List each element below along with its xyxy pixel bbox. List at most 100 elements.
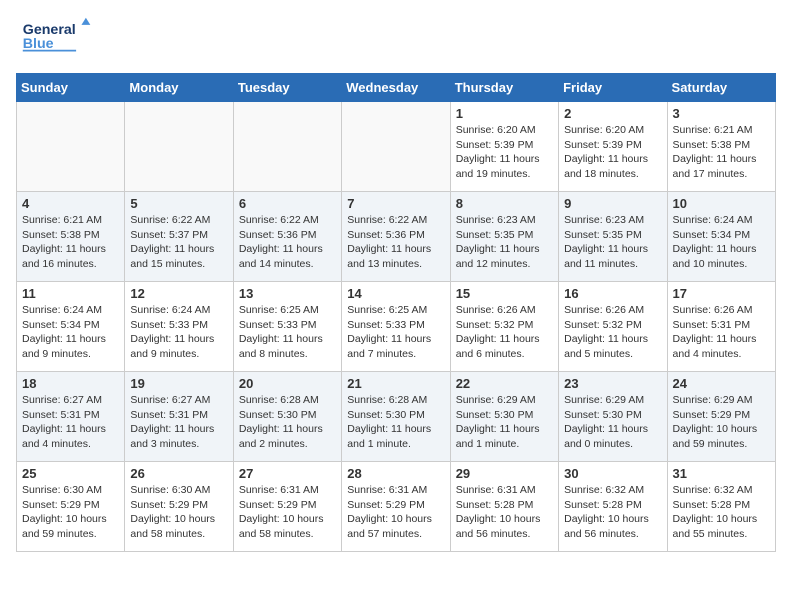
cell-content: Sunrise: 6:24 AM Sunset: 5:34 PM Dayligh… — [673, 213, 770, 272]
cell-content: Sunrise: 6:26 AM Sunset: 5:31 PM Dayligh… — [673, 303, 770, 362]
cell-content: Sunrise: 6:32 AM Sunset: 5:28 PM Dayligh… — [564, 483, 661, 542]
cell-content: Sunrise: 6:28 AM Sunset: 5:30 PM Dayligh… — [347, 393, 444, 452]
calendar-cell: 14 Sunrise: 6:25 AM Sunset: 5:33 PM Dayli… — [342, 282, 450, 372]
cell-content: Sunrise: 6:30 AM Sunset: 5:29 PM Dayligh… — [130, 483, 227, 542]
day-number: 1 — [456, 106, 553, 121]
calendar-cell: 31 Sunrise: 6:32 AM Sunset: 5:28 PM Dayli… — [667, 462, 775, 552]
day-number: 6 — [239, 196, 336, 211]
cell-content: Sunrise: 6:29 AM Sunset: 5:29 PM Dayligh… — [673, 393, 770, 452]
cell-content: Sunrise: 6:30 AM Sunset: 5:29 PM Dayligh… — [22, 483, 119, 542]
cell-content: Sunrise: 6:20 AM Sunset: 5:39 PM Dayligh… — [564, 123, 661, 182]
calendar-cell: 17 Sunrise: 6:26 AM Sunset: 5:31 PM Dayli… — [667, 282, 775, 372]
calendar-cell: 11 Sunrise: 6:24 AM Sunset: 5:34 PM Dayli… — [17, 282, 125, 372]
cell-content: Sunrise: 6:31 AM Sunset: 5:29 PM Dayligh… — [239, 483, 336, 542]
calendar-cell: 22 Sunrise: 6:29 AM Sunset: 5:30 PM Dayli… — [450, 372, 558, 462]
cell-content: Sunrise: 6:29 AM Sunset: 5:30 PM Dayligh… — [564, 393, 661, 452]
day-number: 24 — [673, 376, 770, 391]
calendar-cell — [342, 102, 450, 192]
day-number: 22 — [456, 376, 553, 391]
day-number: 16 — [564, 286, 661, 301]
weekday-header-wednesday: Wednesday — [342, 74, 450, 102]
day-number: 25 — [22, 466, 119, 481]
day-number: 13 — [239, 286, 336, 301]
day-number: 18 — [22, 376, 119, 391]
weekday-header-tuesday: Tuesday — [233, 74, 341, 102]
cell-content: Sunrise: 6:24 AM Sunset: 5:34 PM Dayligh… — [22, 303, 119, 362]
calendar-cell: 23 Sunrise: 6:29 AM Sunset: 5:30 PM Dayli… — [559, 372, 667, 462]
day-number: 23 — [564, 376, 661, 391]
day-number: 20 — [239, 376, 336, 391]
calendar-cell: 6 Sunrise: 6:22 AM Sunset: 5:36 PM Daylig… — [233, 192, 341, 282]
day-number: 11 — [22, 286, 119, 301]
calendar-week-row: 25 Sunrise: 6:30 AM Sunset: 5:29 PM Dayli… — [17, 462, 776, 552]
calendar-cell: 24 Sunrise: 6:29 AM Sunset: 5:29 PM Dayli… — [667, 372, 775, 462]
calendar-week-row: 18 Sunrise: 6:27 AM Sunset: 5:31 PM Dayli… — [17, 372, 776, 462]
day-number: 2 — [564, 106, 661, 121]
cell-content: Sunrise: 6:25 AM Sunset: 5:33 PM Dayligh… — [239, 303, 336, 362]
calendar-cell: 9Sunrise: 6:23 AM Sunset: 5:35 PM Daylig… — [559, 192, 667, 282]
calendar-cell: 7 Sunrise: 6:22 AM Sunset: 5:36 PM Daylig… — [342, 192, 450, 282]
cell-content: Sunrise: 6:22 AM Sunset: 5:36 PM Dayligh… — [239, 213, 336, 272]
calendar-cell — [17, 102, 125, 192]
calendar-cell: 26 Sunrise: 6:30 AM Sunset: 5:29 PM Dayli… — [125, 462, 233, 552]
day-number: 21 — [347, 376, 444, 391]
cell-content: Sunrise: 6:23 AM Sunset: 5:35 PM Dayligh… — [456, 213, 553, 272]
calendar-cell: 13 Sunrise: 6:25 AM Sunset: 5:33 PM Dayli… — [233, 282, 341, 372]
calendar-cell — [233, 102, 341, 192]
cell-content: Sunrise: 6:28 AM Sunset: 5:30 PM Dayligh… — [239, 393, 336, 452]
day-number: 27 — [239, 466, 336, 481]
cell-content: Sunrise: 6:21 AM Sunset: 5:38 PM Dayligh… — [22, 213, 119, 272]
calendar-cell: 21 Sunrise: 6:28 AM Sunset: 5:30 PM Dayli… — [342, 372, 450, 462]
cell-content: Sunrise: 6:26 AM Sunset: 5:32 PM Dayligh… — [564, 303, 661, 362]
weekday-header-monday: Monday — [125, 74, 233, 102]
day-number: 26 — [130, 466, 227, 481]
day-number: 30 — [564, 466, 661, 481]
calendar-cell: 18 Sunrise: 6:27 AM Sunset: 5:31 PM Dayli… — [17, 372, 125, 462]
calendar-week-row: 4 Sunrise: 6:21 AM Sunset: 5:38 PM Daylig… — [17, 192, 776, 282]
day-number: 7 — [347, 196, 444, 211]
cell-content: Sunrise: 6:22 AM Sunset: 5:37 PM Dayligh… — [130, 213, 227, 272]
calendar-cell: 28Sunrise: 6:31 AM Sunset: 5:29 PM Dayli… — [342, 462, 450, 552]
calendar-cell: 30 Sunrise: 6:32 AM Sunset: 5:28 PM Dayli… — [559, 462, 667, 552]
day-number: 5 — [130, 196, 227, 211]
day-number: 12 — [130, 286, 227, 301]
weekday-header-sunday: Sunday — [17, 74, 125, 102]
calendar-cell: 15Sunrise: 6:26 AM Sunset: 5:32 PM Dayli… — [450, 282, 558, 372]
cell-content: Sunrise: 6:20 AM Sunset: 5:39 PM Dayligh… — [456, 123, 553, 182]
calendar-cell: 27 Sunrise: 6:31 AM Sunset: 5:29 PM Dayli… — [233, 462, 341, 552]
weekday-header-row: SundayMondayTuesdayWednesdayThursdayFrid… — [17, 74, 776, 102]
cell-content: Sunrise: 6:27 AM Sunset: 5:31 PM Dayligh… — [22, 393, 119, 452]
calendar-cell: 16 Sunrise: 6:26 AM Sunset: 5:32 PM Dayli… — [559, 282, 667, 372]
day-number: 29 — [456, 466, 553, 481]
calendar-cell — [125, 102, 233, 192]
day-number: 14 — [347, 286, 444, 301]
day-number: 31 — [673, 466, 770, 481]
cell-content: Sunrise: 6:25 AM Sunset: 5:33 PM Dayligh… — [347, 303, 444, 362]
calendar-cell: 20 Sunrise: 6:28 AM Sunset: 5:30 PM Dayli… — [233, 372, 341, 462]
day-number: 9 — [564, 196, 661, 211]
svg-text:Blue: Blue — [23, 36, 54, 52]
day-number: 4 — [22, 196, 119, 211]
day-number: 17 — [673, 286, 770, 301]
cell-content: Sunrise: 6:21 AM Sunset: 5:38 PM Dayligh… — [673, 123, 770, 182]
calendar-week-row: 1 Sunrise: 6:20 AM Sunset: 5:39 PM Daylig… — [17, 102, 776, 192]
cell-content: Sunrise: 6:27 AM Sunset: 5:31 PM Dayligh… — [130, 393, 227, 452]
cell-content: Sunrise: 6:32 AM Sunset: 5:28 PM Dayligh… — [673, 483, 770, 542]
calendar-cell: 1 Sunrise: 6:20 AM Sunset: 5:39 PM Daylig… — [450, 102, 558, 192]
day-number: 19 — [130, 376, 227, 391]
cell-content: Sunrise: 6:31 AM Sunset: 5:28 PM Dayligh… — [456, 483, 553, 542]
calendar-cell: 4 Sunrise: 6:21 AM Sunset: 5:38 PM Daylig… — [17, 192, 125, 282]
calendar-cell: 12 Sunrise: 6:24 AM Sunset: 5:33 PM Dayli… — [125, 282, 233, 372]
calendar-cell: 19 Sunrise: 6:27 AM Sunset: 5:31 PM Dayli… — [125, 372, 233, 462]
day-number: 15 — [456, 286, 553, 301]
calendar-week-row: 11 Sunrise: 6:24 AM Sunset: 5:34 PM Dayli… — [17, 282, 776, 372]
cell-content: Sunrise: 6:29 AM Sunset: 5:30 PM Dayligh… — [456, 393, 553, 452]
weekday-header-saturday: Saturday — [667, 74, 775, 102]
cell-content: Sunrise: 6:22 AM Sunset: 5:36 PM Dayligh… — [347, 213, 444, 272]
cell-content: Sunrise: 6:24 AM Sunset: 5:33 PM Dayligh… — [130, 303, 227, 362]
weekday-header-friday: Friday — [559, 74, 667, 102]
calendar-cell: 5 Sunrise: 6:22 AM Sunset: 5:37 PM Daylig… — [125, 192, 233, 282]
day-number: 10 — [673, 196, 770, 211]
page-header: General Blue — [16, 16, 776, 61]
calendar-cell: 25 Sunrise: 6:30 AM Sunset: 5:29 PM Dayli… — [17, 462, 125, 552]
